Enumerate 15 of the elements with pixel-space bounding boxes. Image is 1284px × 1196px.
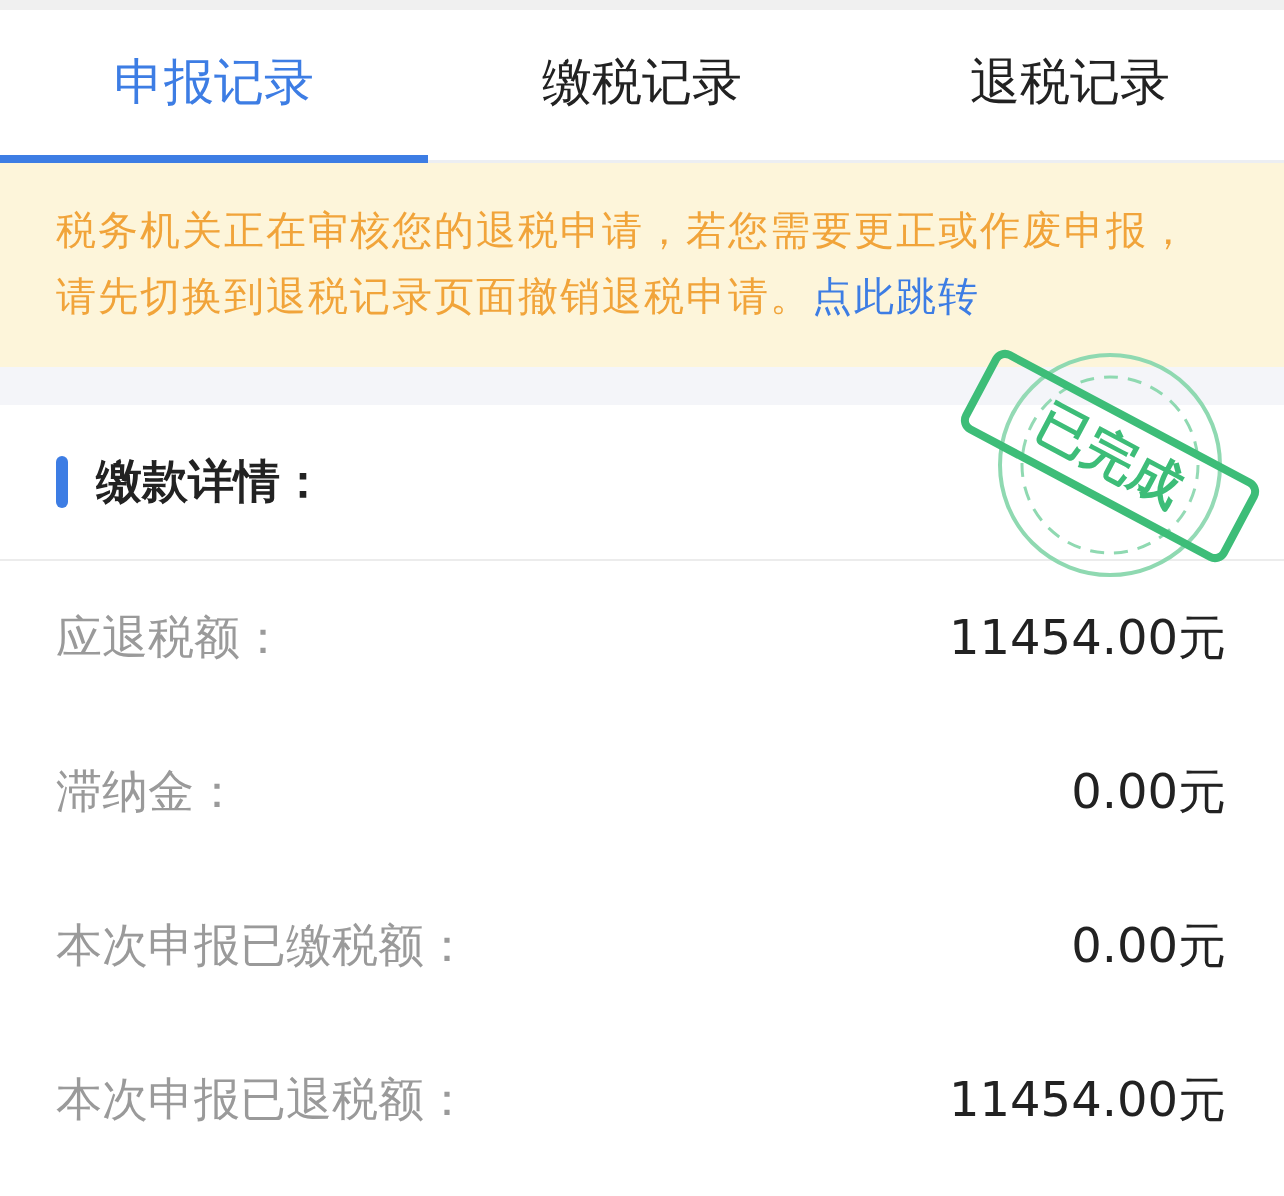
field-label: 本次申报已缴税额： xyxy=(56,917,470,974)
stamp-ring-icon xyxy=(995,350,1225,580)
field-label: 应退税额： xyxy=(56,609,286,666)
section-marker xyxy=(56,456,68,508)
field-label: 本次申报已退税额： xyxy=(56,1071,470,1128)
tab[interactable]: 退税记录 xyxy=(856,10,1284,163)
jump-link[interactable]: 点此跳转 xyxy=(812,273,980,319)
field-value: 11454.00元 xyxy=(948,1070,1226,1129)
field-value: 11454.00元 xyxy=(948,608,1226,667)
section-title: 缴款详情： xyxy=(96,453,326,510)
field-value: 0.00元 xyxy=(1071,762,1226,821)
notice-text: 税务机关正在审核您的退税申请，若您需要更正或作废申报，请先切换到退税记录页面撤销退税申请。点此跳转 xyxy=(0,163,1284,367)
tab[interactable]: 缴税记录 xyxy=(428,10,856,163)
field-label: 滞纳金： xyxy=(56,763,240,820)
field-value: 0.00元 xyxy=(1071,916,1226,975)
